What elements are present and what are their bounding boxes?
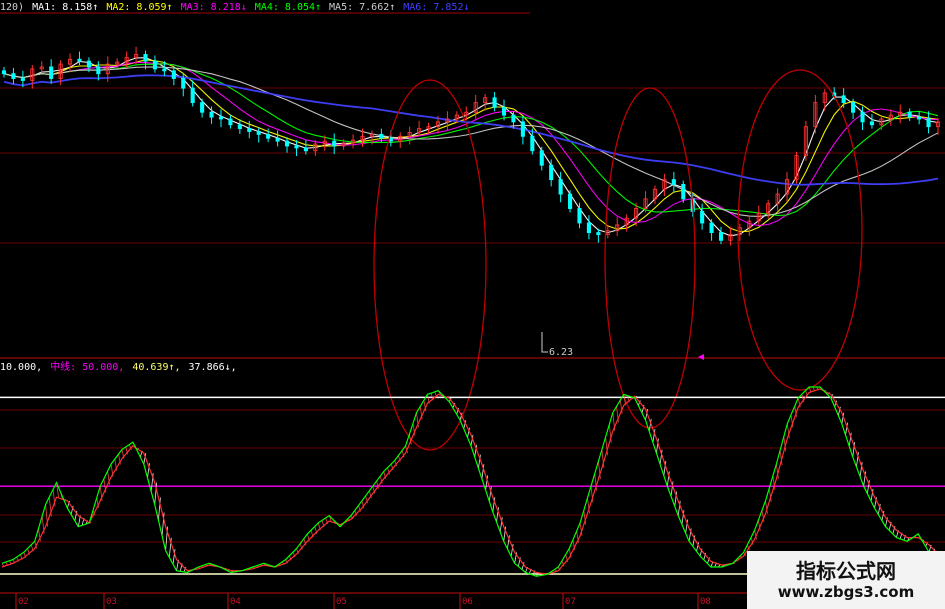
candle-body — [181, 78, 186, 89]
highlight-ellipse-2 — [604, 87, 696, 429]
candle-body — [256, 131, 261, 135]
price-marker-arrow — [698, 354, 704, 360]
candle-body — [303, 147, 308, 152]
ma-legend-item-0: 120) — [0, 2, 25, 13]
candle-body — [247, 128, 252, 132]
candle-body — [143, 53, 148, 62]
candle-body — [11, 73, 16, 79]
candle-body — [77, 58, 82, 62]
candle-body — [162, 68, 167, 72]
highlight-ellipse-3 — [737, 69, 863, 391]
candle-body — [511, 114, 516, 123]
osc-legend-item-3: 37.866↓, — [188, 362, 237, 373]
candle-body — [171, 70, 176, 79]
candle-body — [851, 102, 856, 113]
ma-legend-item-3: MA3: 8.218↓ — [180, 2, 247, 13]
candle-body — [49, 66, 54, 79]
ma-legend-item-2: MA2: 8.059↑ — [106, 2, 173, 13]
oscillator-legend: 10.000, 中线: 50.000, 40.639↑, 37.866↓, — [0, 362, 245, 374]
candle-body — [907, 111, 912, 118]
ma-legend-item-4: MA4: 8.054↑ — [254, 2, 322, 13]
candle-body — [501, 106, 507, 116]
date-label: 06 — [462, 597, 473, 607]
osc-line-slow — [1, 388, 941, 575]
candle-body — [520, 121, 525, 137]
candle-body — [209, 111, 214, 118]
chart-window: 120) MA1: 8.158↑ MA2: 8.059↑ MA3: 8.218↓ MA4… — [0, 0, 945, 609]
osc-legend-item-1: 中线: 50.000, — [50, 362, 125, 373]
date-label: 07 — [565, 597, 576, 607]
candle-body — [718, 232, 724, 241]
candle-body — [917, 116, 922, 120]
candle-body — [577, 208, 582, 224]
candle-body — [284, 140, 290, 147]
candle-body — [237, 124, 242, 130]
candle-body — [700, 210, 705, 224]
osc-legend-item-2: 40.639↑, — [132, 362, 181, 373]
ma-legend: 120) MA1: 8.158↑ MA2: 8.059↑ MA3: 8.218↓ MA4… — [0, 2, 478, 14]
ma-line-ma3 — [3, 61, 938, 227]
candle-body — [860, 111, 865, 123]
candle-body — [841, 95, 846, 104]
candle-body — [228, 118, 233, 126]
candle-body — [294, 145, 299, 149]
osc-line-fast — [1, 386, 941, 577]
candle-body — [568, 193, 573, 209]
candle-body — [96, 66, 101, 75]
candle-body — [596, 232, 601, 235]
candle-body — [549, 164, 554, 181]
ma-legend-item-6: MA6: 7.852↓ — [403, 2, 470, 13]
ma-legend-item-1: MA1: 8.158↑ — [32, 2, 99, 13]
candle-body — [332, 140, 337, 147]
price-marker-label: 6.23 — [549, 347, 574, 358]
watermark: 指标公式网 www.zbgs3.com — [747, 551, 945, 609]
watermark-title: 指标公式网 — [796, 559, 896, 583]
candle-body — [558, 179, 563, 195]
osc-legend-item-0: 10.000, — [0, 362, 43, 373]
date-label: 05 — [336, 597, 347, 607]
candle-body — [681, 183, 686, 200]
candle-body — [869, 121, 875, 126]
candle-body — [275, 137, 280, 142]
candle-body — [190, 87, 195, 104]
date-label: 04 — [230, 597, 241, 607]
candle-body — [1, 70, 7, 75]
ma-line-ma5 — [3, 66, 939, 217]
candle-body — [20, 78, 25, 81]
date-label: 08 — [700, 597, 711, 607]
candle-body — [709, 222, 714, 234]
candle-body — [218, 116, 224, 120]
candle-body — [86, 60, 91, 68]
candle-body — [492, 97, 497, 108]
watermark-url: www.zbgs3.com — [777, 583, 915, 601]
candle-body — [152, 60, 157, 70]
candle-body — [200, 102, 205, 113]
candle-body — [586, 222, 591, 234]
ma-line-ma1 — [3, 57, 939, 237]
candle-body — [926, 118, 931, 128]
ma-legend-item-5: MA5: 7.662↑ — [329, 2, 396, 13]
candle-body — [539, 150, 544, 166]
candle-body — [530, 135, 535, 152]
candle-body — [379, 133, 384, 139]
date-label: 03 — [106, 597, 117, 607]
date-label: 02 — [18, 597, 29, 607]
price-marker-bracket — [541, 332, 548, 353]
chart-canvas — [0, 12, 945, 609]
candle-body — [671, 179, 676, 185]
candle-body — [266, 133, 271, 139]
